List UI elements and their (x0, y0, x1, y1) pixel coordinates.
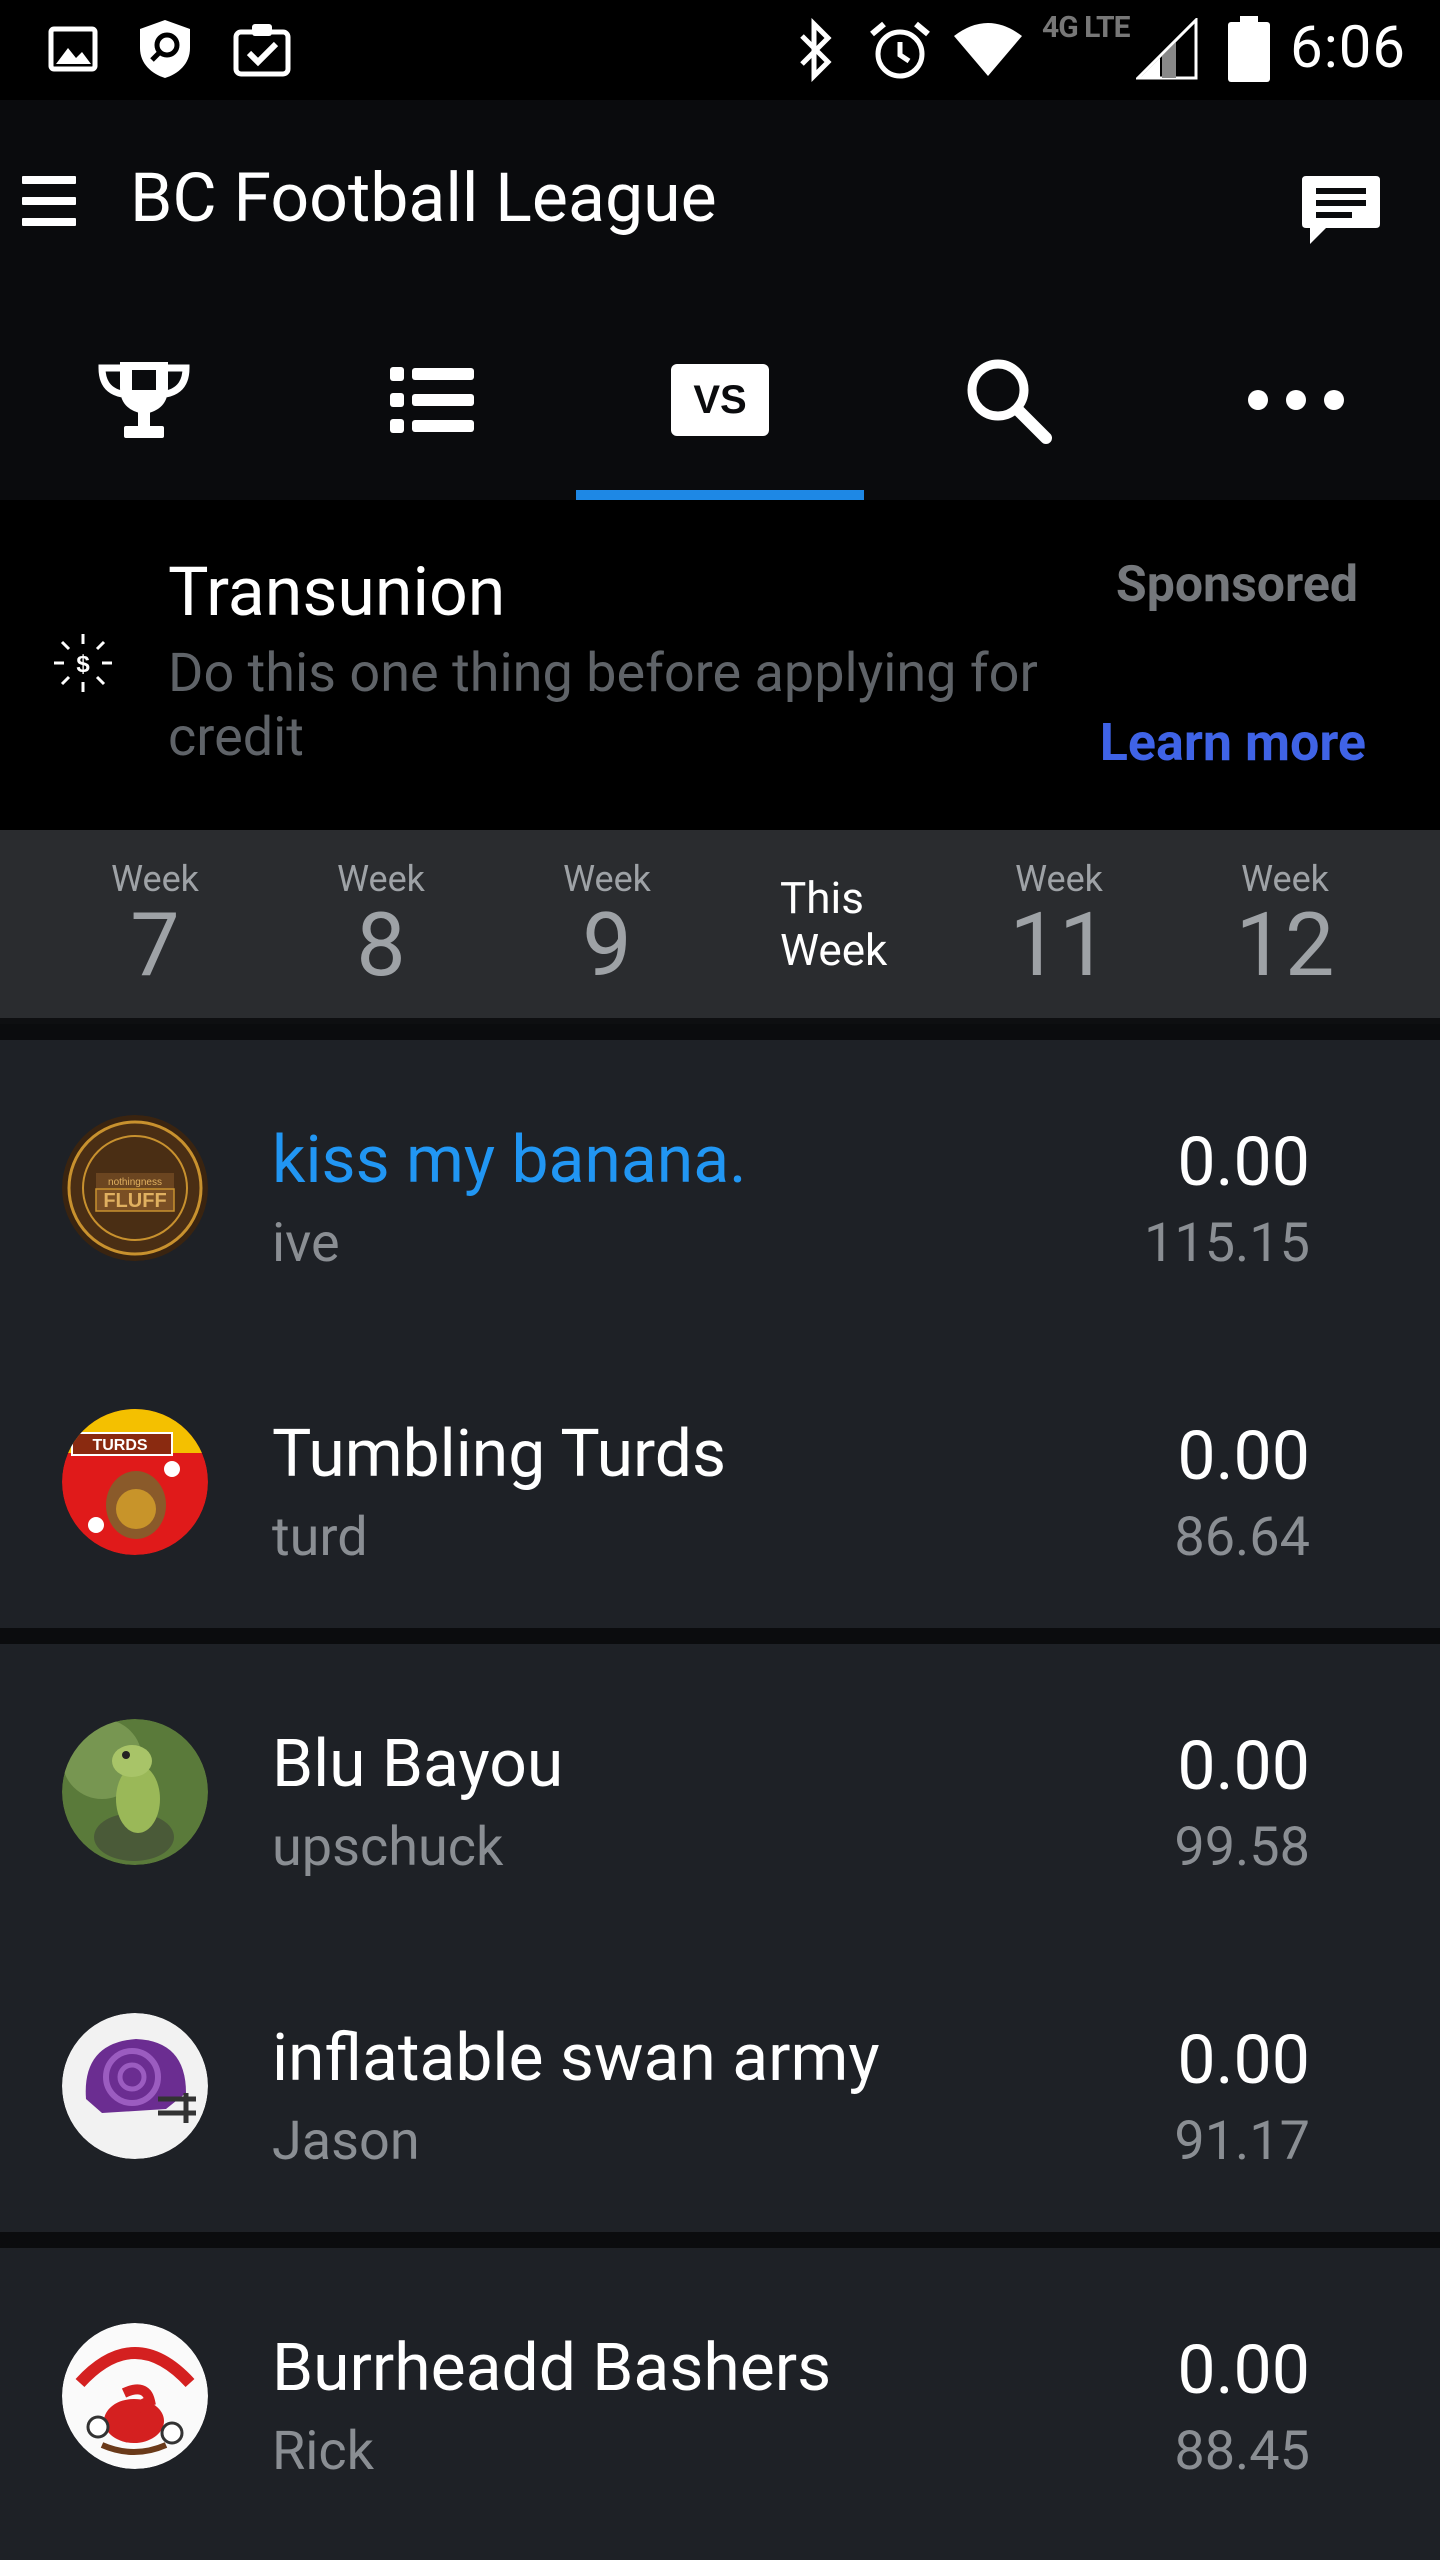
team-avatar (62, 2323, 208, 2469)
advertiser-logo-icon: $ (54, 634, 112, 692)
team-row[interactable]: TURDS Tumbling Turds turd 0.00 86.64 (0, 1334, 1440, 1628)
signal-icon (1136, 18, 1198, 80)
clock: 6:06 (1290, 14, 1406, 82)
team-name: Blu Bayou (272, 1726, 564, 1803)
team-projected-score: 86.64 (1174, 1506, 1310, 1569)
team-projected-score: 88.45 (1174, 2420, 1310, 2483)
tab-search[interactable] (864, 300, 1152, 500)
vs-label: VS (693, 377, 747, 422)
team-owner: Jason (272, 2110, 420, 2173)
week-11-button[interactable]: Week 11 (946, 830, 1172, 1018)
tab-roster[interactable] (288, 300, 576, 500)
ad-title: Transunion (168, 552, 506, 632)
team-row[interactable]: Burrheadd Bashers Rick 0.00 88.45 (0, 2248, 1440, 2542)
svg-text:FLUFF: FLUFF (103, 1190, 166, 1212)
svg-text:$: $ (76, 651, 90, 678)
learn-more-link[interactable]: Learn more (1100, 712, 1366, 773)
status-bar: 4G LTE 6:06 (0, 0, 1440, 100)
week-12-button[interactable]: Week 12 (1172, 830, 1398, 1018)
this-week-label: This Week (780, 872, 888, 976)
team-score: 0.00 (1177, 1416, 1310, 1496)
team-row[interactable]: nothingness FLUFF kiss my banana. ive 0.… (0, 1040, 1440, 1334)
week-7-button[interactable]: Week 7 (42, 830, 268, 1018)
week-number: 12 (1235, 894, 1335, 997)
shield-search-icon (140, 20, 190, 78)
team-row[interactable]: inflatable swan army Jason 0.00 91.17 (0, 1938, 1440, 2232)
week-9-button[interactable]: Week 9 (494, 830, 720, 1018)
sponsored-ad[interactable]: $ Transunion Do this one thing before ap… (0, 500, 1440, 830)
svg-text:TURDS: TURDS (92, 1437, 147, 1454)
this-week-button[interactable]: This Week (720, 830, 946, 1018)
clipboard-check-icon (233, 24, 291, 77)
team-projected-score: 99.58 (1174, 1816, 1310, 1879)
team-name: kiss my banana. (272, 1122, 747, 1199)
week-number: 8 (356, 894, 406, 997)
team-score: 0.00 (1177, 2330, 1310, 2410)
team-avatar: TURDS (62, 1409, 208, 1555)
team-score: 0.00 (1177, 2020, 1310, 2100)
team-row[interactable]: Blu Bayou upschuck 0.00 99.58 (0, 1644, 1440, 1938)
ad-body: Do this one thing before applying for cr… (168, 642, 1038, 769)
team-owner: upschuck (272, 1816, 504, 1879)
team-name: Burrheadd Bashers (272, 2330, 832, 2407)
team-score: 0.00 (1177, 1726, 1310, 1806)
week-number: 7 (130, 894, 180, 997)
team-avatar: nothingness FLUFF (62, 1115, 208, 1261)
vs-icon: VS (671, 364, 769, 436)
tab-standings[interactable] (0, 300, 288, 500)
trophy-icon (98, 362, 190, 438)
list-icon (390, 367, 474, 433)
team-name: Tumbling Turds (272, 1416, 727, 1493)
more-icon (1248, 390, 1344, 410)
wifi-icon (954, 23, 1022, 76)
image-icon (48, 26, 98, 72)
team-projected-score: 115.15 (1144, 1212, 1310, 1275)
divider (0, 2232, 1440, 2248)
svg-text:nothingness: nothingness (108, 1177, 162, 1188)
team-avatar (62, 2013, 208, 2159)
chat-icon[interactable] (1300, 172, 1382, 250)
team-score: 0.00 (1177, 1122, 1310, 1202)
sponsored-label: Sponsored (1115, 556, 1358, 614)
alarm-icon (870, 21, 930, 79)
team-projected-score: 91.17 (1174, 2110, 1310, 2173)
divider (0, 1628, 1440, 1644)
page-title: BC Football League (130, 158, 717, 238)
app-bar: BC Football League (0, 100, 1440, 300)
hamburger-menu-icon[interactable] (22, 176, 76, 226)
team-avatar (62, 1719, 208, 1865)
week-number: 9 (582, 894, 632, 997)
tab-bar: VS (0, 300, 1440, 500)
battery-icon (1228, 16, 1270, 82)
search-icon (967, 359, 1052, 444)
team-owner: turd (272, 1506, 368, 1569)
week-number: 11 (1009, 894, 1109, 997)
tab-more[interactable] (1152, 300, 1440, 500)
week-selector: Week 7 Week 8 Week 9 This Week Week 11 W… (0, 830, 1440, 1024)
week-8-button[interactable]: Week 8 (268, 830, 494, 1018)
bluetooth-icon (800, 18, 832, 82)
tab-matchups[interactable]: VS (576, 300, 864, 500)
divider (0, 1024, 1440, 1040)
network-type-label: 4G LTE (1042, 10, 1130, 45)
team-owner: ive (272, 1212, 340, 1275)
team-owner: Rick (272, 2420, 375, 2483)
team-name: inflatable swan army (272, 2020, 880, 2097)
